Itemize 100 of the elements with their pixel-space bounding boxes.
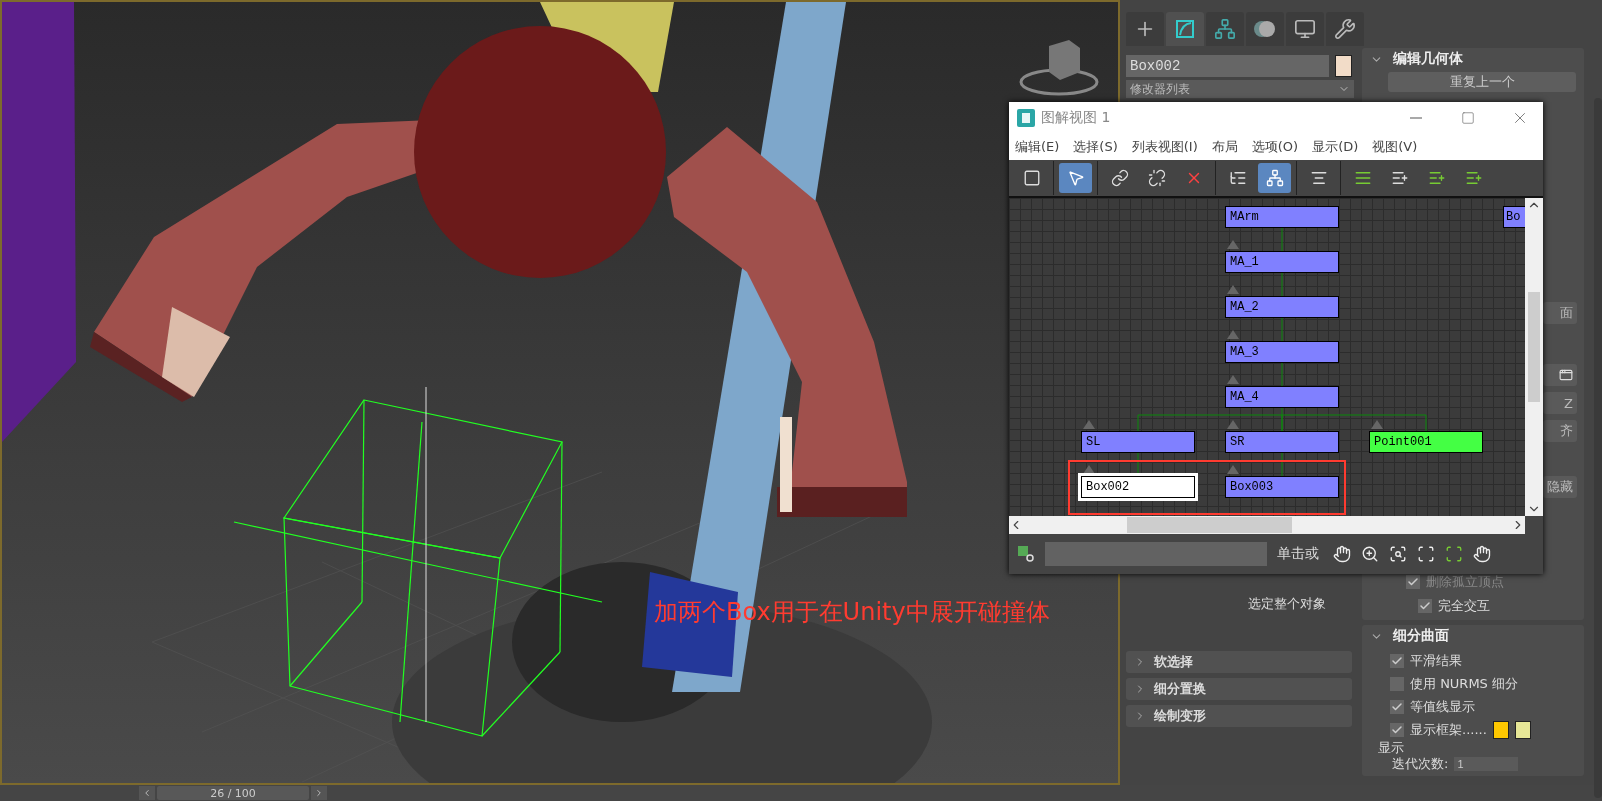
link-line <box>1281 362 1283 387</box>
command-panel-tab[interactable] <box>1166 12 1204 46</box>
frame-color-swatch[interactable] <box>1492 721 1509 739</box>
option-label: 等值线显示 <box>1410 698 1475 716</box>
window-title: 图解视图 1 <box>1041 109 1112 127</box>
scrollbar-thumb[interactable] <box>1127 517 1292 533</box>
rollout-header[interactable]: 编辑几何体 <box>1362 48 1584 70</box>
pan-hand-icon <box>1473 545 1491 563</box>
command-panel-tab[interactable] <box>1326 12 1364 46</box>
checkbox[interactable] <box>1390 723 1404 737</box>
link-line <box>1281 452 1283 477</box>
chevron-left-icon <box>142 788 152 798</box>
link-icon <box>1110 169 1129 187</box>
rollout-header[interactable]: 细分置换 <box>1126 678 1352 700</box>
menu-item[interactable]: 选择(S) <box>1071 138 1120 156</box>
object-color-swatch[interactable] <box>1335 55 1352 77</box>
schematic-node[interactable]: MA_1 <box>1225 251 1339 273</box>
command-panel-tab[interactable] <box>1246 12 1284 46</box>
checkbox[interactable] <box>1418 599 1432 613</box>
link-line <box>1281 317 1283 342</box>
toolbar-button[interactable] <box>1059 163 1092 193</box>
zoom-icon <box>1361 545 1379 563</box>
schematic-node[interactable]: MA_3 <box>1225 341 1339 363</box>
menu-item[interactable]: 视图(V) <box>1370 138 1420 156</box>
status-input-field[interactable] <box>1045 542 1267 566</box>
motion-circles-icon <box>1253 19 1277 39</box>
schematic-node[interactable]: MArm <box>1225 206 1339 228</box>
repeat-last-button[interactable]: 重复上一个 <box>1388 72 1576 92</box>
option-label: 完全交互 <box>1438 597 1490 615</box>
checkbox[interactable] <box>1390 700 1404 714</box>
command-panel-tab[interactable] <box>1286 12 1324 46</box>
list-plus-icon <box>1464 169 1483 187</box>
next-frame-button[interactable] <box>311 786 327 800</box>
object-name-field[interactable]: Box002 <box>1126 55 1330 77</box>
modifier-list-dropdown[interactable]: 修改器列表 <box>1126 80 1354 98</box>
option-label: 使用 NURMS 细分 <box>1410 675 1518 693</box>
menu-item[interactable]: 显示(D) <box>1310 138 1361 156</box>
command-panel-tab[interactable] <box>1206 12 1244 46</box>
panel-button[interactable]: 隐藏 <box>1543 476 1577 498</box>
rows-icon <box>1353 169 1372 187</box>
hand-icon <box>1333 545 1351 563</box>
panel-button[interactable]: 面 <box>1543 302 1577 324</box>
schematic-canvas[interactable]: MArm MA_1 MA_2 MA_3 MA_4 SL Box002 SR Box003 Point001 Bo <box>1009 198 1525 516</box>
schematic-node[interactable]: Box002 <box>1081 476 1195 498</box>
window-icon <box>1559 368 1573 382</box>
frame-color-swatch[interactable] <box>1514 721 1531 739</box>
hierarchy-icon <box>1214 18 1236 40</box>
monitor-icon <box>1294 18 1316 40</box>
panel-button[interactable]: 齐 <box>1543 420 1577 442</box>
scrollbar-thumb[interactable] <box>1528 292 1540 402</box>
schematic-node[interactable]: SR <box>1225 431 1339 453</box>
list-tree-icon <box>1228 169 1247 187</box>
maximize-icon <box>1461 111 1475 125</box>
unlink-icon <box>1147 169 1166 187</box>
list-plus-icon <box>1427 169 1446 187</box>
option-label: 显示框架...... <box>1410 721 1487 739</box>
menu-item[interactable]: 编辑(E) <box>1013 138 1062 156</box>
selection-note: 选定整个对象 <box>1248 595 1326 613</box>
hierarchy-tree-icon <box>1265 169 1284 187</box>
iterations-label: 迭代次数: <box>1392 755 1449 773</box>
square-frame-icon <box>1022 169 1041 187</box>
horizontal-scrollbar[interactable] <box>1009 516 1525 534</box>
schematic-node[interactable]: SL <box>1081 431 1195 453</box>
cube-search-icon[interactable] <box>1017 545 1035 563</box>
schematic-node[interactable]: Bo <box>1503 206 1525 228</box>
link-line <box>1281 272 1283 297</box>
zoom-extents-selected-icon <box>1445 545 1463 563</box>
command-panel-tab[interactable] <box>1126 12 1164 46</box>
wrench-icon <box>1334 18 1356 40</box>
checkbox[interactable] <box>1390 677 1404 691</box>
link-line <box>1281 227 1283 252</box>
menu-item[interactable]: 布局 <box>1209 138 1240 156</box>
minimize-icon <box>1410 117 1422 119</box>
pointer-icon <box>1066 169 1085 187</box>
group-title: 显示 <box>1378 740 1405 756</box>
schematic-node[interactable]: Point001 <box>1369 431 1483 453</box>
region-zoom-icon <box>1389 545 1407 563</box>
previous-frame-button[interactable] <box>139 786 155 800</box>
menu-item[interactable]: 选项(O) <box>1249 138 1301 156</box>
bend-curve-icon <box>1174 18 1196 40</box>
rollout-header[interactable]: 细分曲面 <box>1362 625 1584 647</box>
menu-item[interactable]: 列表视图(I) <box>1129 138 1200 156</box>
checkbox[interactable] <box>1390 654 1404 668</box>
schematic-node[interactable]: Box003 <box>1225 476 1339 498</box>
iterations-spinner[interactable]: 1 <box>1454 757 1519 771</box>
schematic-node[interactable]: MA_2 <box>1225 296 1339 318</box>
zoom-extents-icon <box>1417 545 1435 563</box>
rollout-header[interactable]: 绘制变形 <box>1126 705 1352 727</box>
toolbar-button[interactable] <box>1258 163 1291 193</box>
align-icon <box>1309 169 1328 187</box>
rollout-header[interactable]: 软选择 <box>1126 651 1352 673</box>
list-plus-icon <box>1390 169 1409 187</box>
window-button[interactable] <box>1543 364 1577 386</box>
option-label: 平滑结果 <box>1410 652 1462 670</box>
vertical-scrollbar[interactable] <box>1525 198 1543 516</box>
schematic-node[interactable]: MA_4 <box>1225 386 1339 408</box>
status-prompt: 单击或 <box>1277 545 1319 563</box>
time-slider-thumb[interactable]: 26 / 100 <box>157 786 309 800</box>
chevron-right-icon <box>314 788 324 798</box>
panel-button[interactable]: Z <box>1543 392 1577 414</box>
